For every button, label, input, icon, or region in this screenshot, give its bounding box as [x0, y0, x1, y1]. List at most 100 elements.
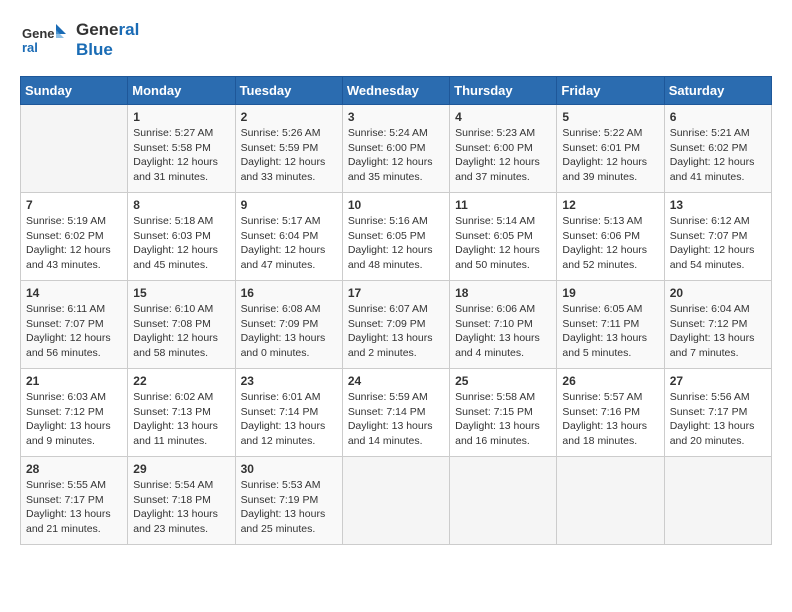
cell-content: Sunrise: 5:58 AM Sunset: 7:15 PM Dayligh…	[455, 390, 551, 449]
calendar-cell: 6 Sunrise: 5:21 AM Sunset: 6:02 PM Daylig…	[664, 105, 771, 193]
cell-content: Sunrise: 6:01 AM Sunset: 7:14 PM Dayligh…	[241, 390, 337, 449]
weekday-header-wednesday: Wednesday	[342, 77, 449, 105]
day-number: 28	[26, 462, 122, 476]
day-number: 23	[241, 374, 337, 388]
calendar-cell: 11 Sunrise: 5:14 AM Sunset: 6:05 PM Dayli…	[450, 193, 557, 281]
calendar-cell: 20Sunrise: 6:04 AM Sunset: 7:12 PM Dayli…	[664, 281, 771, 369]
cell-content: Sunrise: 6:08 AM Sunset: 7:09 PM Dayligh…	[241, 302, 337, 361]
cell-content: Sunrise: 5:16 AM Sunset: 6:05 PM Dayligh…	[348, 214, 444, 273]
day-number: 12	[562, 198, 658, 212]
svg-text:ral: ral	[22, 40, 38, 55]
cell-content: Sunrise: 6:05 AM Sunset: 7:11 PM Dayligh…	[562, 302, 658, 361]
day-number: 7	[26, 198, 122, 212]
cell-content: Sunrise: 5:54 AM Sunset: 7:18 PM Dayligh…	[133, 478, 229, 537]
calendar-cell: 2Sunrise: 5:26 AM Sunset: 5:59 PM Daylig…	[235, 105, 342, 193]
day-number: 27	[670, 374, 766, 388]
cell-content: Sunrise: 6:07 AM Sunset: 7:09 PM Dayligh…	[348, 302, 444, 361]
day-number: 13	[670, 198, 766, 212]
svg-text:Gene: Gene	[22, 26, 55, 41]
day-number: 24	[348, 374, 444, 388]
cell-content: Sunrise: 5:59 AM Sunset: 7:14 PM Dayligh…	[348, 390, 444, 449]
calendar-cell: 22Sunrise: 6:02 AM Sunset: 7:13 PM Dayli…	[128, 369, 235, 457]
logo-ral-text: ral	[119, 20, 140, 39]
calendar-cell	[664, 457, 771, 545]
calendar-cell: 19 Sunrise: 6:05 AM Sunset: 7:11 PM Dayli…	[557, 281, 664, 369]
cell-content: Sunrise: 5:24 AM Sunset: 6:00 PM Dayligh…	[348, 126, 444, 185]
cell-content: Sunrise: 6:04 AM Sunset: 7:12 PM Dayligh…	[670, 302, 766, 361]
weekday-header-saturday: Saturday	[664, 77, 771, 105]
cell-content: Sunrise: 5:22 AM Sunset: 6:01 PM Dayligh…	[562, 126, 658, 185]
calendar-cell: 29Sunrise: 5:54 AM Sunset: 7:18 PM Dayli…	[128, 457, 235, 545]
calendar-cell	[557, 457, 664, 545]
weekday-header-row: SundayMondayTuesdayWednesdayThursdayFrid…	[21, 77, 772, 105]
day-number: 6	[670, 110, 766, 124]
weekday-header-tuesday: Tuesday	[235, 77, 342, 105]
cell-content: Sunrise: 5:18 AM Sunset: 6:03 PM Dayligh…	[133, 214, 229, 273]
day-number: 1	[133, 110, 229, 124]
cell-content: Sunrise: 6:02 AM Sunset: 7:13 PM Dayligh…	[133, 390, 229, 449]
calendar-cell: 14 Sunrise: 6:11 AM Sunset: 7:07 PM Dayli…	[21, 281, 128, 369]
calendar-week-5: 28 Sunrise: 5:55 AM Sunset: 7:17 PM Dayli…	[21, 457, 772, 545]
calendar-cell	[450, 457, 557, 545]
day-number: 26	[562, 374, 658, 388]
calendar-week-1: 1Sunrise: 5:27 AM Sunset: 5:58 PM Daylig…	[21, 105, 772, 193]
calendar-cell: 15Sunrise: 6:10 AM Sunset: 7:08 PM Dayli…	[128, 281, 235, 369]
cell-content: Sunrise: 5:57 AM Sunset: 7:16 PM Dayligh…	[562, 390, 658, 449]
logo-svg: Gene ral	[20, 20, 70, 60]
calendar-cell: 18 Sunrise: 6:06 AM Sunset: 7:10 PM Dayli…	[450, 281, 557, 369]
calendar-cell: 4 Sunrise: 5:23 AM Sunset: 6:00 PM Daylig…	[450, 105, 557, 193]
calendar-cell	[342, 457, 449, 545]
calendar-header: SundayMondayTuesdayWednesdayThursdayFrid…	[21, 77, 772, 105]
calendar-cell: 8 Sunrise: 5:18 AM Sunset: 6:03 PM Daylig…	[128, 193, 235, 281]
day-number: 25	[455, 374, 551, 388]
calendar-cell: 5 Sunrise: 5:22 AM Sunset: 6:01 PM Daylig…	[557, 105, 664, 193]
day-number: 9	[241, 198, 337, 212]
day-number: 18	[455, 286, 551, 300]
cell-content: Sunrise: 6:11 AM Sunset: 7:07 PM Dayligh…	[26, 302, 122, 361]
calendar-body: 1Sunrise: 5:27 AM Sunset: 5:58 PM Daylig…	[21, 105, 772, 545]
calendar-cell: 12Sunrise: 5:13 AM Sunset: 6:06 PM Dayli…	[557, 193, 664, 281]
logo-blue-text: Blue	[76, 40, 113, 59]
weekday-header-friday: Friday	[557, 77, 664, 105]
calendar-cell: 10 Sunrise: 5:16 AM Sunset: 6:05 PM Dayli…	[342, 193, 449, 281]
calendar-cell: 7 Sunrise: 5:19 AM Sunset: 6:02 PM Daylig…	[21, 193, 128, 281]
cell-content: Sunrise: 5:19 AM Sunset: 6:02 PM Dayligh…	[26, 214, 122, 273]
cell-content: Sunrise: 5:56 AM Sunset: 7:17 PM Dayligh…	[670, 390, 766, 449]
cell-content: Sunrise: 6:06 AM Sunset: 7:10 PM Dayligh…	[455, 302, 551, 361]
calendar-cell: 26 Sunrise: 5:57 AM Sunset: 7:16 PM Dayli…	[557, 369, 664, 457]
day-number: 14	[26, 286, 122, 300]
calendar-cell: 16Sunrise: 6:08 AM Sunset: 7:09 PM Dayli…	[235, 281, 342, 369]
cell-content: Sunrise: 6:12 AM Sunset: 7:07 PM Dayligh…	[670, 214, 766, 273]
logo-general-text: Gene	[76, 20, 119, 39]
calendar-cell: 27 Sunrise: 5:56 AM Sunset: 7:17 PM Dayli…	[664, 369, 771, 457]
header: Gene ral General Blue	[20, 20, 772, 60]
weekday-header-thursday: Thursday	[450, 77, 557, 105]
day-number: 10	[348, 198, 444, 212]
cell-content: Sunrise: 5:23 AM Sunset: 6:00 PM Dayligh…	[455, 126, 551, 185]
calendar-cell: 28 Sunrise: 5:55 AM Sunset: 7:17 PM Dayli…	[21, 457, 128, 545]
calendar-week-3: 14 Sunrise: 6:11 AM Sunset: 7:07 PM Dayli…	[21, 281, 772, 369]
calendar-cell: 23 Sunrise: 6:01 AM Sunset: 7:14 PM Dayli…	[235, 369, 342, 457]
day-number: 19	[562, 286, 658, 300]
day-number: 15	[133, 286, 229, 300]
calendar-table: SundayMondayTuesdayWednesdayThursdayFrid…	[20, 76, 772, 545]
calendar-cell	[21, 105, 128, 193]
calendar-cell: 25 Sunrise: 5:58 AM Sunset: 7:15 PM Dayli…	[450, 369, 557, 457]
day-number: 17	[348, 286, 444, 300]
weekday-header-monday: Monday	[128, 77, 235, 105]
calendar-week-4: 21Sunrise: 6:03 AM Sunset: 7:12 PM Dayli…	[21, 369, 772, 457]
day-number: 8	[133, 198, 229, 212]
calendar-cell: 1Sunrise: 5:27 AM Sunset: 5:58 PM Daylig…	[128, 105, 235, 193]
day-number: 2	[241, 110, 337, 124]
day-number: 11	[455, 198, 551, 212]
calendar-cell: 21Sunrise: 6:03 AM Sunset: 7:12 PM Dayli…	[21, 369, 128, 457]
day-number: 5	[562, 110, 658, 124]
calendar-cell: 30Sunrise: 5:53 AM Sunset: 7:19 PM Dayli…	[235, 457, 342, 545]
calendar-cell: 17 Sunrise: 6:07 AM Sunset: 7:09 PM Dayli…	[342, 281, 449, 369]
cell-content: Sunrise: 5:21 AM Sunset: 6:02 PM Dayligh…	[670, 126, 766, 185]
day-number: 4	[455, 110, 551, 124]
cell-content: Sunrise: 5:14 AM Sunset: 6:05 PM Dayligh…	[455, 214, 551, 273]
cell-content: Sunrise: 5:53 AM Sunset: 7:19 PM Dayligh…	[241, 478, 337, 537]
calendar-cell: 9Sunrise: 5:17 AM Sunset: 6:04 PM Daylig…	[235, 193, 342, 281]
cell-content: Sunrise: 5:55 AM Sunset: 7:17 PM Dayligh…	[26, 478, 122, 537]
